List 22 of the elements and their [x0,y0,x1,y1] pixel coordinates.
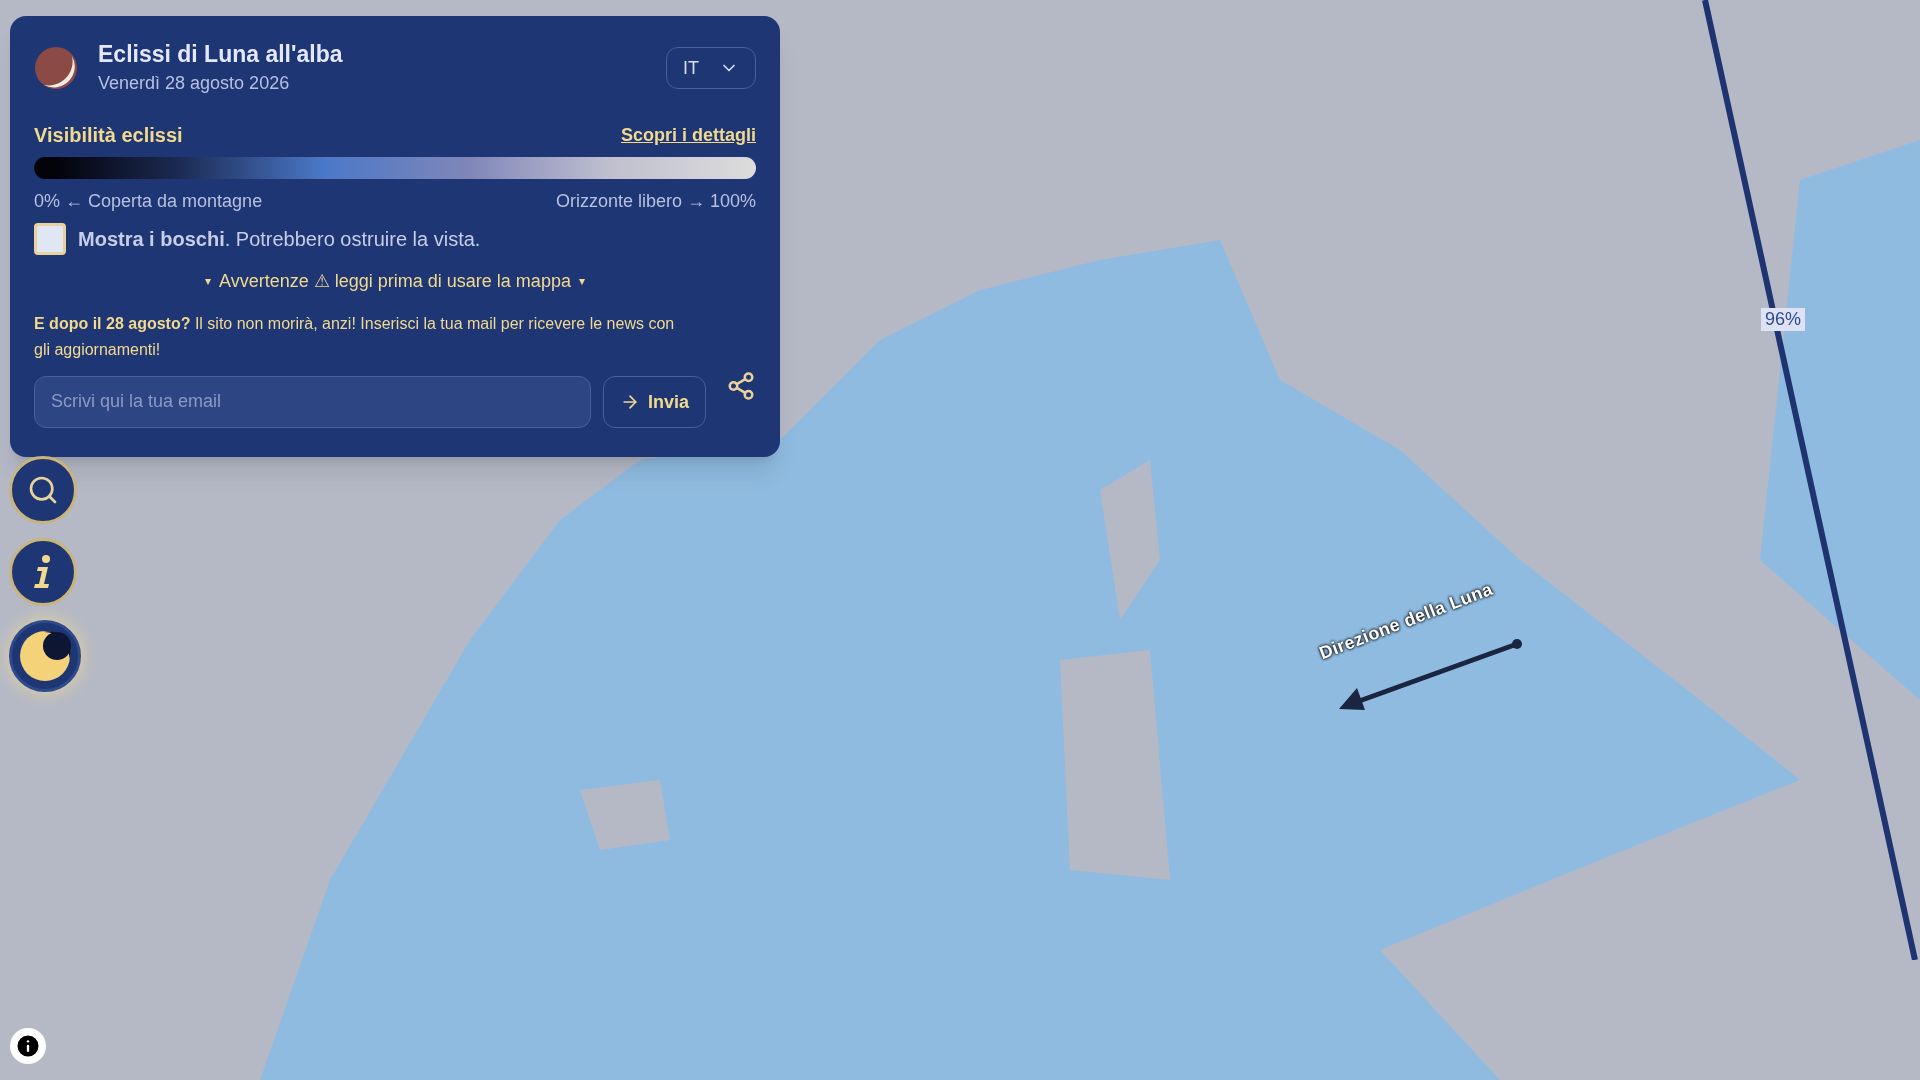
disclosure-marker: ▾ [205,272,212,289]
forest-label: Mostra i boschi. Potrebbero ostruire la vista. [78,226,481,252]
eclipse-icon [34,46,78,91]
scale-min-label: 0% ← Coperta da montagne [34,189,263,213]
crescent-moon-icon [19,630,71,682]
panel-title: Eclissi di Luna all'alba [98,40,344,69]
send-button[interactable]: Invia [602,375,706,428]
visibility-label: Visibilità eclissi [34,122,183,148]
forest-checkbox[interactable] [34,222,66,255]
newsletter-text: E dopo il 28 agosto? Il sito non morirà, anzi! Inserisci la tua mail per ricevere le news con gli aggiornamenti! [34,313,676,360]
info-icon [14,1032,42,1060]
warning-toggle[interactable]: Avvertenze ⚠ leggi prima di usare la mappa [219,266,571,295]
details-link[interactable]: Scopri i dettagli [620,120,756,149]
percentage-label: 96% [1761,308,1806,331]
language-select[interactable]: IT [666,47,756,90]
search-icon [27,474,59,506]
disclosure-marker: ▾ [578,272,585,289]
scale-max-label: Orizzonte libero → 100% [555,189,756,213]
share-button[interactable] [726,370,756,401]
eclipse-date: Venerdì 28 agosto 2026 [98,71,291,95]
email-field[interactable]: Scrivi qui la tua email [34,375,591,428]
share-icon [726,370,756,401]
